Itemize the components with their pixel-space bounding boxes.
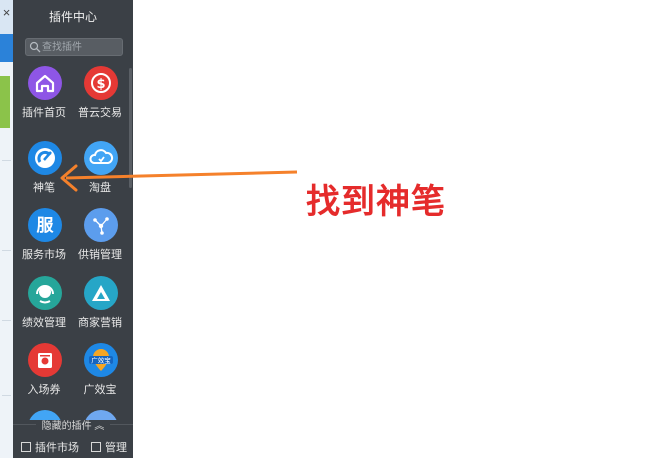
annotation-text: 找到神笔 <box>306 182 446 222</box>
annotation-arrow <box>60 164 298 192</box>
